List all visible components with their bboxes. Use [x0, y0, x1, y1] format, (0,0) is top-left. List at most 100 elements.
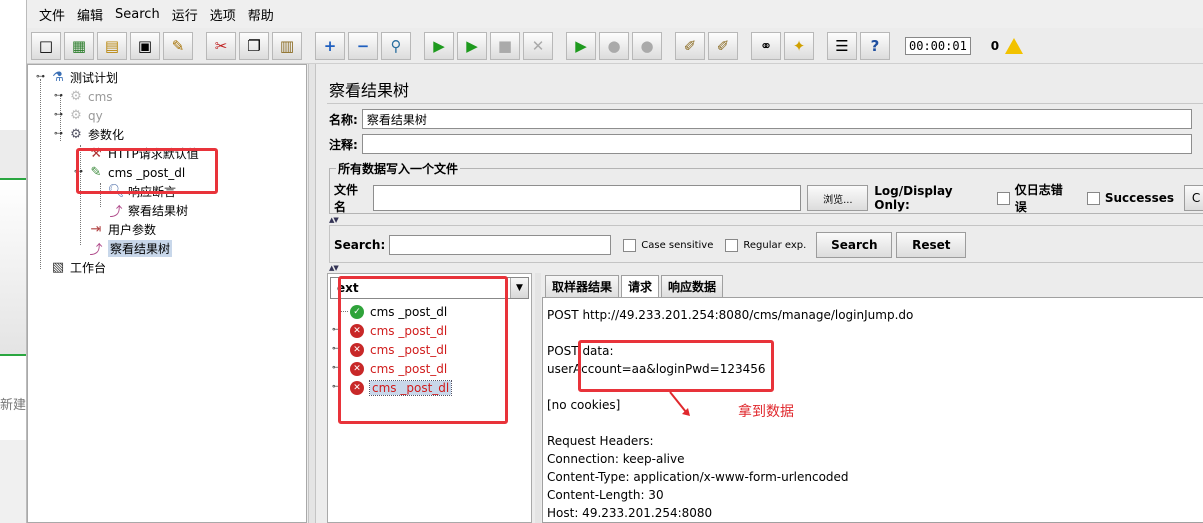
collapse-arrows-icon[interactable]: ▲▼: [329, 264, 339, 272]
errors-only-checkbox[interactable]: [997, 191, 1010, 205]
tree-item-label: 参数化: [88, 128, 125, 142]
expand-button[interactable]: +: [315, 31, 345, 60]
tree-item-test-plan[interactable]: ⊶ ⚗ 测试计划: [36, 68, 118, 87]
save-icon: ▣: [137, 36, 153, 55]
results-splitter[interactable]: [535, 273, 541, 523]
background-partial-text: 新建: [0, 398, 27, 413]
tree-item-view-results-tree-inner[interactable]: ⤴ 察看结果树: [108, 201, 188, 220]
save-as-icon: ✎: [171, 36, 185, 55]
save-button[interactable]: ▣: [130, 31, 160, 60]
tab-sampler-result[interactable]: 取样器结果: [545, 275, 620, 297]
start-no-pause-button[interactable]: ▶: [457, 31, 487, 60]
tree-item-label: cms: [88, 89, 113, 104]
gear-icon: ⚙: [70, 89, 82, 104]
graph-icon: ⤴: [109, 205, 123, 220]
open-button[interactable]: ▤: [97, 31, 127, 60]
warning-icon[interactable]: [1005, 37, 1024, 54]
shutdown-button[interactable]: ✕: [523, 31, 553, 60]
new-button[interactable]: □: [31, 31, 61, 60]
name-field[interactable]: 察看结果树: [361, 109, 1192, 129]
search-bar: Search: Case sensitive Regular exp. Sear…: [329, 225, 1203, 263]
successes-checkbox[interactable]: [1087, 191, 1100, 205]
search-input[interactable]: [389, 235, 612, 255]
annotation-box-results: [338, 276, 508, 424]
menu-file[interactable]: 文件: [33, 5, 71, 24]
toolbar: □ ▦ ▤ ▣ ✎ ✂ ❐ ▥ + − ⚲ ▶ ▶ ■ ✕ ▶ ● ● ✐ ✐ …: [27, 28, 1203, 64]
tree-toggle-icon[interactable]: ⊶: [54, 110, 63, 120]
tree-item-cms[interactable]: ⊶ ⚙ cms: [54, 87, 113, 106]
remote-shutdown-button[interactable]: ●: [632, 31, 662, 60]
stop-button[interactable]: ■: [490, 31, 520, 60]
shutdown-icon: ✕: [531, 36, 545, 55]
tree-item-workbench[interactable]: ▧ 工作台: [50, 258, 106, 277]
start-button[interactable]: ▶: [424, 31, 454, 60]
tree-toggle-icon[interactable]: ⊶: [54, 129, 63, 139]
cut-icon: ✂: [214, 36, 228, 55]
regex-label: Regular exp.: [743, 239, 807, 251]
errors-only-label: 仅日志错误: [1014, 183, 1063, 214]
chevron-down-icon[interactable]: ▼: [510, 278, 528, 298]
cut-button[interactable]: ✂: [206, 31, 236, 60]
function-helper-button[interactable]: ☰: [827, 31, 857, 60]
tab-response-data[interactable]: 响应数据: [661, 275, 724, 297]
request-line: POST http://49.233.201.254:8080/cms/mana…: [547, 308, 914, 322]
main-splitter[interactable]: [308, 64, 316, 523]
help-icon: ?: [870, 36, 880, 55]
tab-request[interactable]: 请求: [621, 275, 660, 297]
case-sensitive-label: Case sensitive: [641, 239, 714, 251]
search-button[interactable]: Search: [816, 232, 893, 258]
request-content[interactable]: POST http://49.233.201.254:8080/cms/mana…: [542, 297, 1203, 523]
tree-item-user-parameters[interactable]: ⇥ 用户参数: [88, 220, 156, 239]
name-row: 名称: 察看结果树: [329, 109, 1192, 129]
comment-field[interactable]: [361, 134, 1192, 154]
templates-button[interactable]: ▦: [64, 31, 94, 60]
menu-run[interactable]: 运行: [166, 5, 204, 24]
reset-search-button-toolbar[interactable]: ✦: [784, 31, 814, 60]
save-as-button[interactable]: ✎: [163, 31, 193, 60]
annotation-box-sampler: [76, 148, 218, 194]
regex-checkbox[interactable]: [725, 238, 739, 252]
comment-label: 注释:: [329, 137, 358, 152]
error-count: 0: [990, 38, 1000, 53]
background-page: 新建: [0, 0, 26, 523]
background-panel: [0, 178, 26, 356]
help-button[interactable]: ?: [860, 31, 890, 60]
tree-item-label: 察看结果树: [128, 204, 189, 218]
reset-button[interactable]: Reset: [896, 232, 967, 258]
remote-stop-button[interactable]: ●: [599, 31, 629, 60]
clear-all-icon: ✐: [716, 36, 730, 55]
case-sensitive-checkbox[interactable]: [623, 238, 637, 252]
collapse-button[interactable]: −: [348, 31, 378, 60]
search-button-toolbar[interactable]: ⚭: [751, 31, 781, 60]
tree-toggle-icon[interactable]: ⊶: [36, 72, 45, 82]
tree-toggle-icon[interactable]: ⊶: [54, 91, 63, 101]
tree-item-parameterize[interactable]: ⊶ ⚙ 参数化: [54, 125, 124, 144]
start-icon: ▶: [433, 36, 445, 55]
menu-edit[interactable]: 编辑: [71, 5, 109, 24]
paste-button[interactable]: ▥: [272, 31, 302, 60]
request-line: [547, 414, 1203, 432]
remote-start-icon: ▶: [575, 36, 587, 55]
tree-item-qy[interactable]: ⊶ ⚙ qy: [54, 106, 103, 125]
remote-start-button[interactable]: ▶: [566, 31, 596, 60]
configure-button[interactable]: C: [1184, 185, 1203, 211]
jmeter-window: 文件 编辑 Search 运行 选项 帮助 □ ▦ ▤ ▣ ✎ ✂ ❐ ▥ + …: [26, 0, 1203, 523]
toggle-button[interactable]: ⚲: [381, 31, 411, 60]
remote-stop-icon: ●: [607, 36, 621, 55]
copy-button[interactable]: ❐: [239, 31, 269, 60]
search-row: Search: Case sensitive Regular exp. Sear…: [334, 232, 967, 258]
clear-all-button[interactable]: ✐: [708, 31, 738, 60]
tree-item-view-results-tree[interactable]: ⤴ 察看结果树: [88, 239, 173, 258]
stop-icon: ■: [497, 36, 513, 55]
menu-search[interactable]: Search: [109, 7, 166, 22]
menu-help[interactable]: 帮助: [242, 5, 280, 24]
filename-field[interactable]: [373, 185, 802, 211]
background-strip: [0, 130, 26, 180]
filename-label: 文件名: [334, 183, 359, 214]
open-icon: ▤: [104, 36, 120, 55]
clear-button[interactable]: ✐: [675, 31, 705, 60]
remote-shutdown-icon: ●: [640, 36, 654, 55]
collapse-arrows-icon[interactable]: ▲▼: [329, 216, 339, 224]
browse-button[interactable]: 浏览...: [807, 185, 869, 211]
menu-options[interactable]: 选项: [204, 5, 242, 24]
